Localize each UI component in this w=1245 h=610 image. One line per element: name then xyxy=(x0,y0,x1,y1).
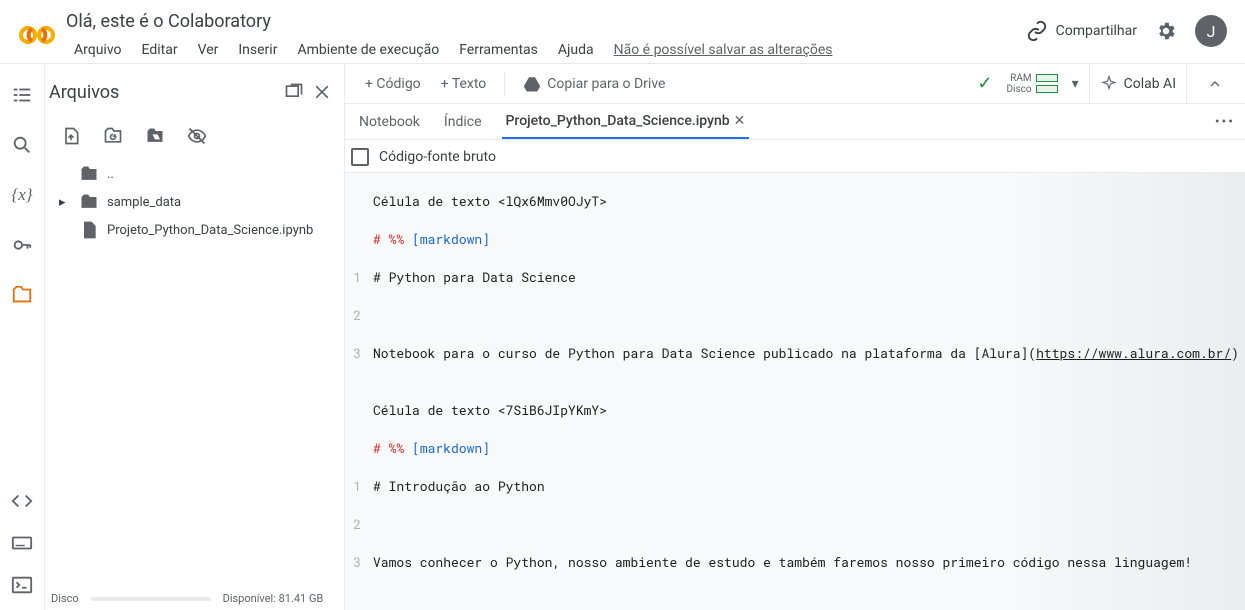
save-status[interactable]: Não é possível salvar as alterações xyxy=(606,38,841,62)
variables-icon[interactable]: {x} xyxy=(11,184,33,206)
close-tab-icon[interactable]: ✕ xyxy=(734,113,746,129)
share-label: Compartilhar xyxy=(1056,23,1137,39)
terminal-icon[interactable] xyxy=(11,574,33,596)
file-name: Projeto_Python_Data_Science.ipynb xyxy=(107,223,313,238)
avatar[interactable]: J xyxy=(1195,15,1227,47)
drive-icon xyxy=(523,75,541,93)
left-rail: {x} xyxy=(0,64,45,610)
toc-icon[interactable] xyxy=(11,84,33,106)
caret-right-icon[interactable]: ▸ xyxy=(59,195,71,210)
menu-file[interactable]: Arquivo xyxy=(66,38,130,62)
menu-insert[interactable]: Inserir xyxy=(230,38,285,62)
upload-icon[interactable] xyxy=(61,126,81,146)
menu-help[interactable]: Ajuda xyxy=(550,38,602,62)
command-palette-icon[interactable] xyxy=(11,532,33,554)
colab-ai-button[interactable]: Colab AI xyxy=(1089,64,1187,104)
code-snippets-icon[interactable] xyxy=(11,490,33,512)
file-icon xyxy=(79,220,99,240)
colab-logo[interactable] xyxy=(8,7,66,63)
menu-view[interactable]: Ver xyxy=(190,38,227,62)
disk-avail: Disponível: 81.41 GB xyxy=(223,592,324,605)
menu-runtime[interactable]: Ambiente de execução xyxy=(289,38,447,62)
folder-name: sample_data xyxy=(107,195,181,210)
menu-tools[interactable]: Ferramentas xyxy=(451,38,546,62)
folder-row[interactable]: ▸ sample_data xyxy=(59,188,344,216)
add-text-button[interactable]: + Texto xyxy=(433,72,495,96)
files-icon[interactable] xyxy=(11,284,33,306)
share-button[interactable]: Compartilhar xyxy=(1026,20,1137,42)
tab-index[interactable]: Índice xyxy=(440,106,486,138)
resource-dropdown-icon[interactable]: ▾ xyxy=(1072,76,1079,92)
file-row[interactable]: Projeto_Python_Data_Science.ipynb xyxy=(59,216,344,244)
sparkle-icon xyxy=(1100,75,1118,93)
connected-check-icon: ✓ xyxy=(977,73,996,94)
new-window-icon[interactable] xyxy=(280,78,308,106)
tab-notebook[interactable]: Notebook xyxy=(355,106,424,138)
copy-to-drive-button[interactable]: Copiar para o Drive xyxy=(515,71,673,97)
disk-label: Disco xyxy=(51,592,79,605)
menu-edit[interactable]: Editar xyxy=(134,38,186,62)
tab-file[interactable]: Projeto_Python_Data_Science.ipynb✕ xyxy=(502,105,750,139)
raw-source-checkbox[interactable] xyxy=(351,148,369,166)
resource-stats[interactable]: RAM Disco xyxy=(1006,73,1061,95)
code-area[interactable]: Célula de texto <lQx6Mmv0OJyT> # %% [mar… xyxy=(345,172,1245,610)
hidden-files-icon[interactable] xyxy=(187,126,207,146)
raw-source-label: Código-fonte bruto xyxy=(379,149,496,165)
doc-title[interactable]: Olá, este é o Colaboratory xyxy=(66,9,1026,38)
link-icon xyxy=(1026,20,1048,42)
updir-label: .. xyxy=(107,167,114,182)
files-panel: Arquivos .. ▸ sample_data xyxy=(45,64,345,610)
gear-icon[interactable] xyxy=(1155,20,1177,42)
collapse-toolbar-icon[interactable] xyxy=(1197,72,1233,96)
folder-icon xyxy=(79,192,99,212)
search-icon[interactable] xyxy=(11,134,33,156)
close-panel-icon[interactable] xyxy=(308,78,336,106)
disk-usage-bar xyxy=(91,597,211,601)
refresh-icon[interactable] xyxy=(103,126,123,146)
tab-overflow-icon[interactable]: ••• xyxy=(1215,114,1235,130)
mount-drive-icon[interactable] xyxy=(145,126,165,146)
files-title: Arquivos xyxy=(49,82,280,103)
secrets-icon[interactable] xyxy=(11,234,33,256)
folder-icon xyxy=(79,164,99,184)
menubar: Arquivo Editar Ver Inserir Ambiente de e… xyxy=(66,38,1026,62)
add-code-button[interactable]: + Código xyxy=(357,72,429,96)
updir-row[interactable]: .. xyxy=(59,160,344,188)
